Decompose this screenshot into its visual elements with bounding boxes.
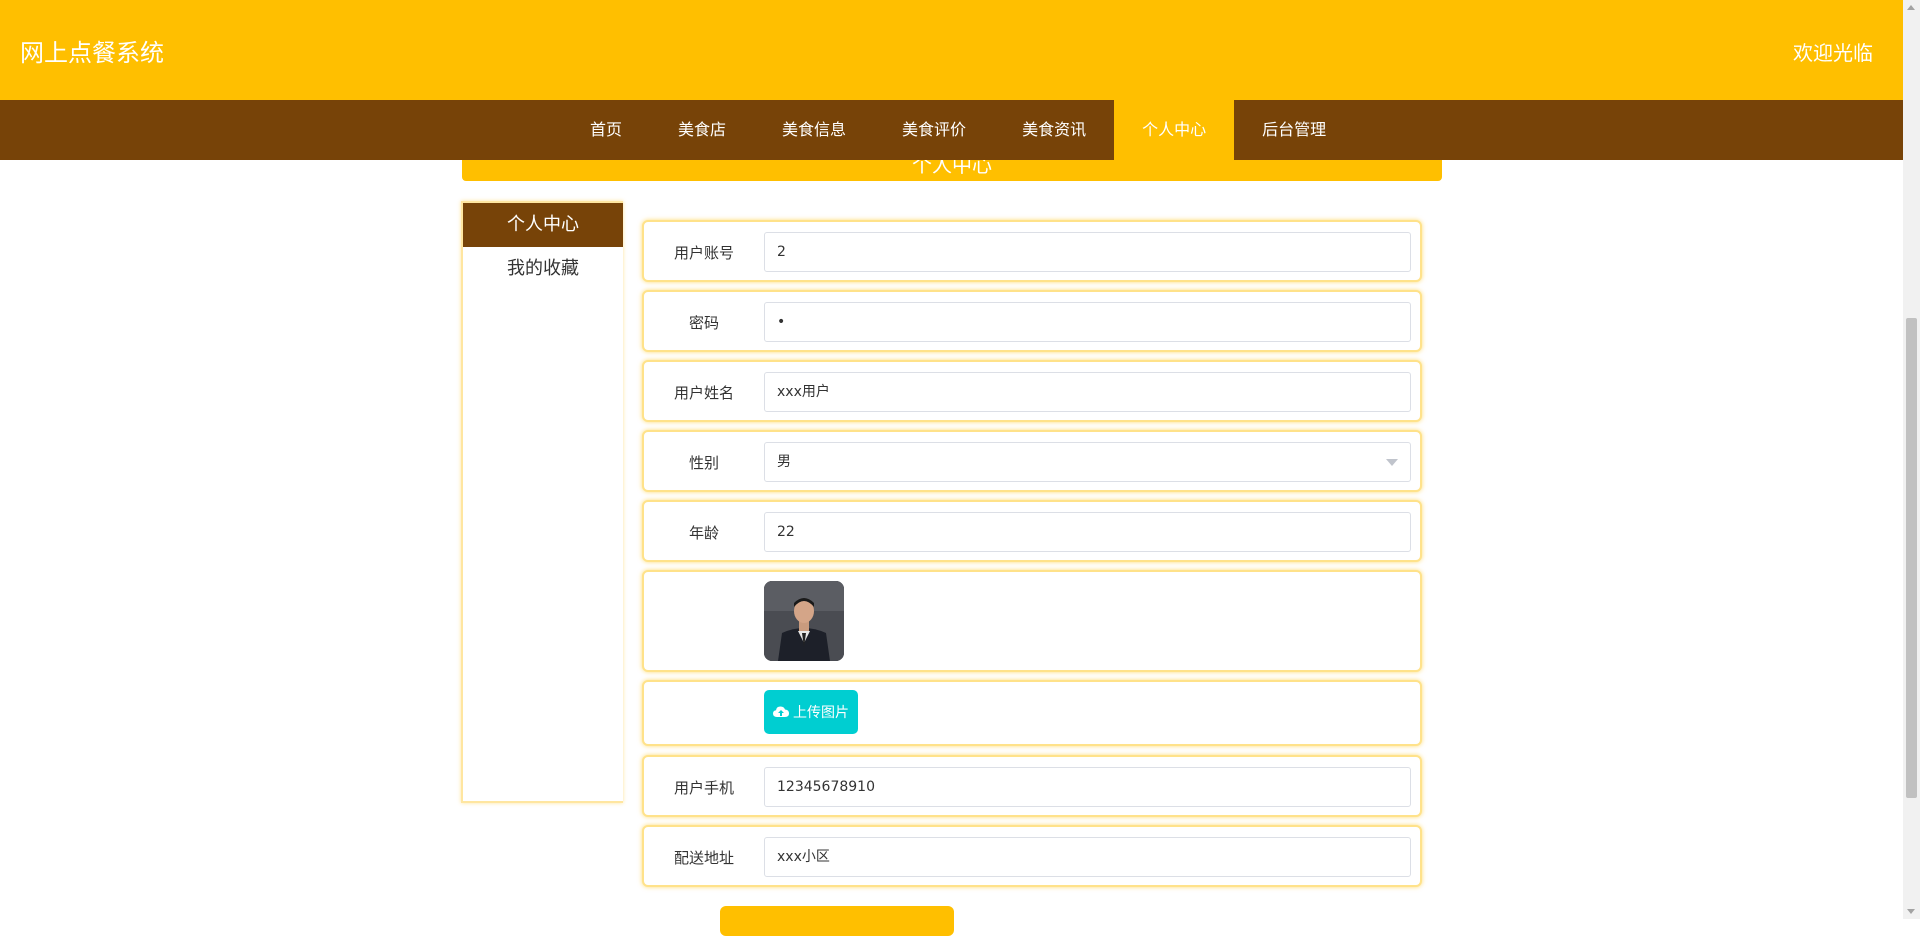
nav-item-home[interactable]: 首页 <box>562 100 650 160</box>
phone-input[interactable]: 12345678910 <box>764 767 1411 807</box>
gender-label: 性别 <box>688 454 719 472</box>
name-input[interactable]: xxx用户 <box>764 372 1411 412</box>
form-row-account: 用户账号 2 <box>642 220 1422 282</box>
scroll-down-icon[interactable] <box>1907 909 1915 914</box>
upload-image-button[interactable]: 上传图片 <box>764 690 858 734</box>
account-label: 用户账号 <box>673 244 734 262</box>
sidebar-item-favorites[interactable]: 我的收藏 <box>463 247 623 291</box>
gender-select[interactable]: 男 <box>764 442 1411 482</box>
header-bar: 网上点餐系统 欢迎光临 <box>0 0 1903 100</box>
form-row-address: 配送地址 xxx小区 <box>642 825 1422 887</box>
form-row-avatar <box>642 570 1422 672</box>
name-label: 用户姓名 <box>673 384 734 402</box>
submit-button[interactable] <box>720 906 954 936</box>
sidebar: 个人中心 我的收藏 <box>461 201 623 803</box>
nav-item-food-reviews[interactable]: 美食评价 <box>874 100 994 160</box>
site-title: 网上点餐系统 <box>20 39 164 67</box>
page-title-banner: 个人中心 <box>462 160 1442 181</box>
chevron-down-icon <box>1386 459 1398 466</box>
vertical-scrollbar[interactable] <box>1903 0 1920 919</box>
welcome-text: 欢迎光临 <box>1793 41 1873 65</box>
phone-label: 用户手机 <box>673 779 734 797</box>
nav-item-food-news[interactable]: 美食资讯 <box>994 100 1114 160</box>
password-input[interactable]: • <box>764 302 1411 342</box>
form-row-phone: 用户手机 12345678910 <box>642 755 1422 817</box>
scrollbar-thumb[interactable] <box>1906 318 1917 798</box>
nav-item-food-stores[interactable]: 美食店 <box>650 100 754 160</box>
nav-item-personal-center[interactable]: 个人中心 <box>1114 100 1235 160</box>
nav-item-food-info[interactable]: 美食信息 <box>754 100 874 160</box>
age-input[interactable]: 22 <box>764 512 1411 552</box>
address-label: 配送地址 <box>673 849 734 867</box>
avatar-image[interactable] <box>764 581 844 661</box>
sidebar-item-personal-center[interactable]: 个人中心 <box>463 203 623 247</box>
scroll-up-icon[interactable] <box>1907 5 1915 10</box>
main-nav: 首页 美食店 美食信息 美食评价 美食资讯 个人中心 后台管理 <box>0 100 1903 160</box>
form-row-name: 用户姓名 xxx用户 <box>642 360 1422 422</box>
upload-button-label: 上传图片 <box>793 705 849 721</box>
age-label: 年龄 <box>688 524 719 542</box>
password-label: 密码 <box>688 314 719 332</box>
account-input[interactable]: 2 <box>764 232 1411 272</box>
form-row-upload: 上传图片 <box>642 680 1422 746</box>
nav-item-admin[interactable]: 后台管理 <box>1234 100 1354 160</box>
form-row-gender: 性别 男 <box>642 430 1422 492</box>
cloud-upload-icon <box>773 706 789 717</box>
form-row-password: 密码 • <box>642 290 1422 352</box>
page-title: 个人中心 <box>912 160 992 177</box>
address-input[interactable]: xxx小区 <box>764 837 1411 877</box>
gender-select-value: 男 <box>777 454 791 470</box>
form-row-age: 年龄 22 <box>642 500 1422 562</box>
